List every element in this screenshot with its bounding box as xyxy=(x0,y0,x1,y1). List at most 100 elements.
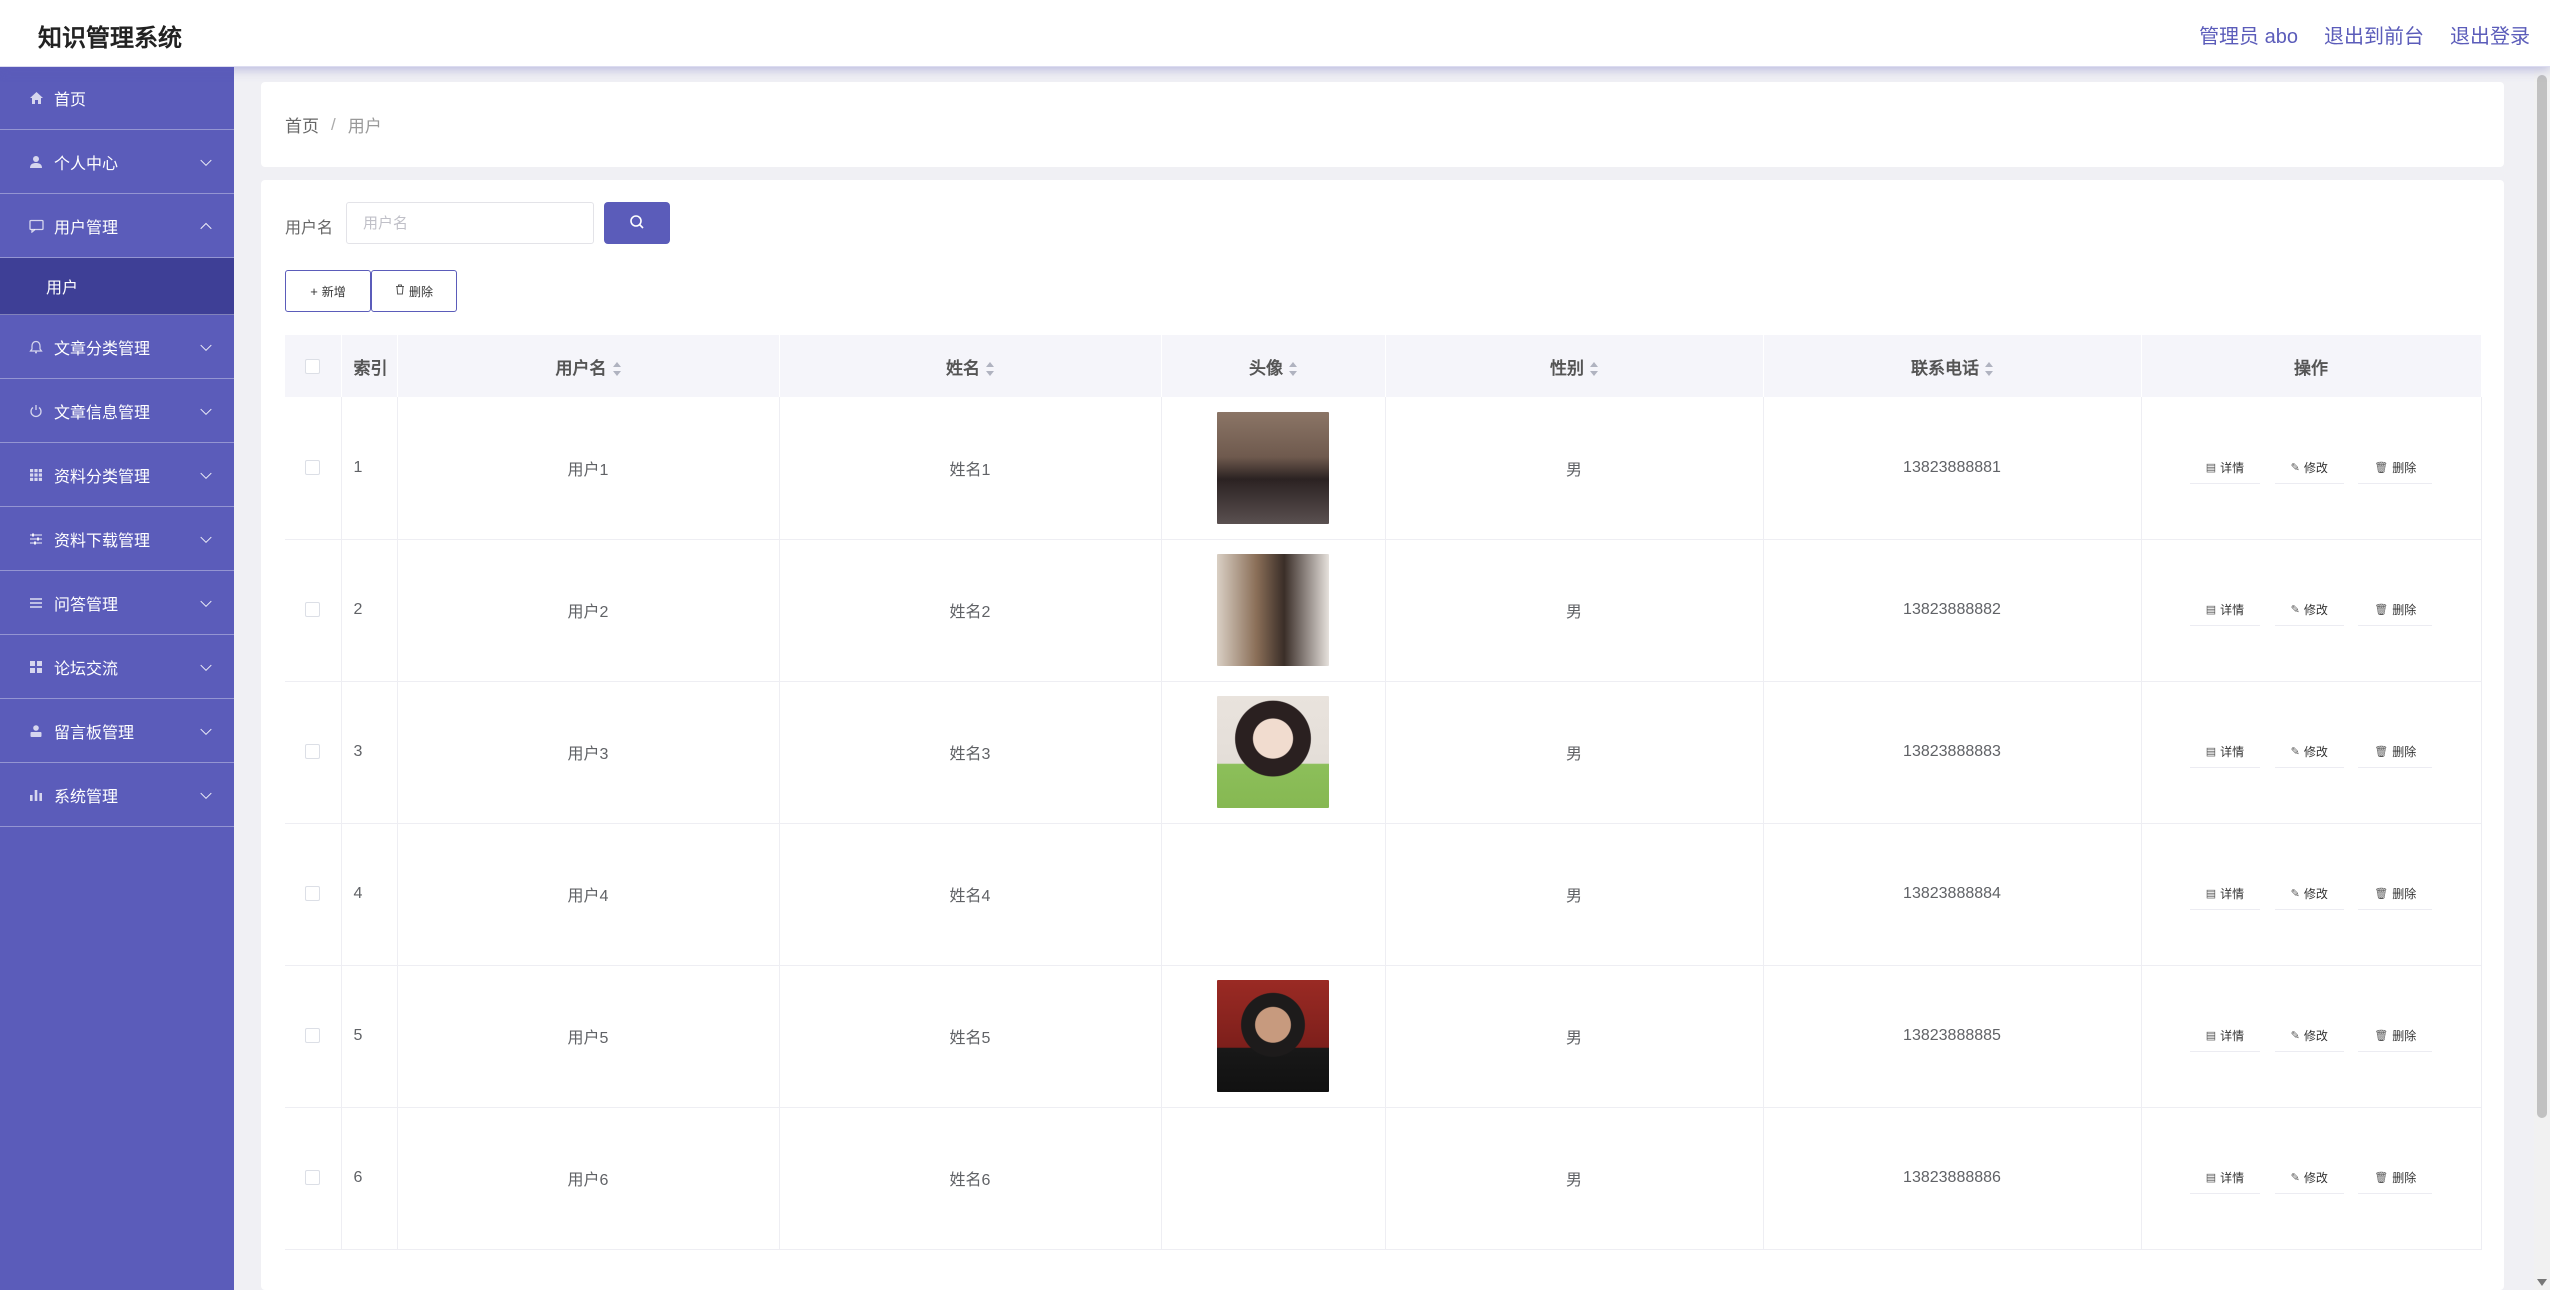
column-header-name[interactable]: 姓名 xyxy=(779,335,1162,397)
cell-gender: 男 xyxy=(1385,681,1764,824)
logout-link[interactable]: 退出登录 xyxy=(2450,20,2530,49)
power-icon xyxy=(28,403,44,419)
edit-icon: ✎ xyxy=(2290,461,2300,474)
sort-icon[interactable] xyxy=(612,362,621,377)
detail-label: 详情 xyxy=(2220,603,2245,617)
sidebar-item-material-category[interactable]: 资料分类管理 xyxy=(0,443,234,507)
delete-button[interactable]: 🗑 删除 xyxy=(2358,878,2433,910)
table-header-row: 索引 用户名 姓名 头像 性别 联系电话 操作 xyxy=(285,335,2482,397)
row-checkbox[interactable] xyxy=(305,886,321,902)
row-checkbox[interactable] xyxy=(305,744,321,760)
username-search-input[interactable] xyxy=(346,202,594,244)
cell-name: 姓名5 xyxy=(779,965,1162,1108)
trash-icon: 🗑 xyxy=(2374,1172,2389,1184)
search-icon xyxy=(629,214,645,233)
column-header-username[interactable]: 用户名 xyxy=(397,335,780,397)
sidebar-item-article-info[interactable]: 文章信息管理 xyxy=(0,379,234,443)
row-checkbox[interactable] xyxy=(305,460,321,476)
cell-avatar xyxy=(1161,539,1386,682)
select-all-checkbox[interactable] xyxy=(305,359,321,375)
sidebar-item-system-management[interactable]: 系统管理 xyxy=(0,763,234,827)
column-header-label: 姓名 xyxy=(946,358,980,378)
detail-label: 详情 xyxy=(2220,745,2245,759)
sort-icon[interactable] xyxy=(986,362,994,377)
avatar-image[interactable] xyxy=(1217,980,1329,1092)
avatar-image[interactable] xyxy=(1217,411,1329,524)
detail-button[interactable]: ▤ 详情 xyxy=(2189,1162,2261,1194)
edit-button[interactable]: ✎ 修改 xyxy=(2274,1162,2344,1194)
sidebar-subitem-users[interactable]: 用户 xyxy=(0,258,234,315)
detail-button[interactable]: ▤ 详情 xyxy=(2189,451,2261,484)
row-checkbox[interactable] xyxy=(305,1170,321,1186)
edit-icon: ✎ xyxy=(2290,888,2300,900)
delete-button[interactable]: 🗑 删除 xyxy=(2358,594,2433,626)
add-button[interactable]: + 新增 xyxy=(285,270,371,312)
column-header-phone[interactable]: 联系电话 xyxy=(1763,335,2142,397)
exit-to-front-link[interactable]: 退出到前台 xyxy=(2324,20,2424,49)
edit-label: 修改 xyxy=(2303,887,2328,901)
sort-icon[interactable] xyxy=(1590,362,1598,377)
trash-icon: 🗑 xyxy=(2374,1030,2389,1042)
delete-button[interactable]: 🗑 删除 xyxy=(2358,1162,2433,1194)
edit-icon: ✎ xyxy=(2290,1030,2300,1042)
column-header-gender[interactable]: 性别 xyxy=(1385,335,1764,397)
top-header: 知识管理系统 管理员 abo 退出到前台 退出登录 xyxy=(0,0,2550,67)
edit-icon: ✎ xyxy=(2290,1172,2300,1184)
avatar-image[interactable] xyxy=(1217,554,1329,666)
cell-username: 用户6 xyxy=(397,1107,780,1250)
sidebar-item-label: 用户管理 xyxy=(54,219,119,237)
cell-actions: ▤ 详情 ✎ 修改 🗑 删除 xyxy=(2141,1107,2482,1250)
detail-button[interactable]: ▤ 详情 xyxy=(2189,1020,2261,1052)
edit-button[interactable]: ✎ 修改 xyxy=(2274,1020,2344,1052)
document-icon: ▤ xyxy=(2205,888,2217,900)
chevron-down-icon xyxy=(200,659,212,671)
edit-icon: ✎ xyxy=(2290,746,2300,758)
row-checkbox[interactable] xyxy=(305,602,321,618)
search-button[interactable] xyxy=(604,202,670,244)
trash-icon: 🗑 xyxy=(2374,461,2389,474)
column-header-avatar[interactable]: 头像 xyxy=(1161,335,1386,397)
edit-button[interactable]: ✎ 修改 xyxy=(2274,736,2344,768)
sidebar-item-material-download[interactable]: 资料下载管理 xyxy=(0,507,234,571)
breadcrumb-home-link[interactable]: 首页 xyxy=(285,112,319,137)
cell-username: 用户1 xyxy=(397,397,780,540)
edit-label: 修改 xyxy=(2303,1171,2328,1185)
detail-button[interactable]: ▤ 详情 xyxy=(2189,594,2261,626)
edit-button[interactable]: ✎ 修改 xyxy=(2274,451,2344,484)
delete-button[interactable]: 🗑 删除 xyxy=(2358,1020,2433,1052)
chart-icon xyxy=(28,787,44,803)
column-header-label: 头像 xyxy=(1249,358,1283,378)
sidebar-item-qa-management[interactable]: 问答管理 xyxy=(0,571,234,635)
cell-gender: 男 xyxy=(1385,539,1764,682)
bulk-delete-button[interactable]: 删除 xyxy=(371,270,457,312)
detail-button[interactable]: ▤ 详情 xyxy=(2189,736,2261,768)
delete-button[interactable]: 🗑 删除 xyxy=(2358,736,2433,768)
sidebar-item-home[interactable]: 首页 xyxy=(0,67,234,130)
edit-label: 修改 xyxy=(2303,603,2328,617)
edit-button[interactable]: ✎ 修改 xyxy=(2274,594,2344,626)
row-checkbox[interactable] xyxy=(305,1028,321,1044)
sidebar-item-forum[interactable]: 论坛交流 xyxy=(0,635,234,699)
sidebar-item-label: 文章信息管理 xyxy=(54,404,151,422)
column-header-actions: 操作 xyxy=(2141,335,2482,397)
sidebar-item-article-category[interactable]: 文章分类管理 xyxy=(0,315,234,379)
edit-label: 修改 xyxy=(2303,1029,2328,1043)
column-header-label: 联系电话 xyxy=(1911,358,1979,378)
edit-button[interactable]: ✎ 修改 xyxy=(2274,878,2344,910)
delete-button[interactable]: 🗑 删除 xyxy=(2358,451,2433,484)
sort-icon[interactable] xyxy=(1289,362,1297,377)
sidebar-item-personal-center[interactable]: 个人中心 xyxy=(0,130,234,194)
scroll-down-arrow-icon[interactable] xyxy=(2537,1279,2547,1286)
admin-user-label[interactable]: 管理员 abo xyxy=(2199,20,2298,49)
sidebar-item-message-board[interactable]: 留言板管理 xyxy=(0,699,234,763)
sidebar-item-user-management[interactable]: 用户管理 xyxy=(0,194,234,258)
list-icon xyxy=(28,595,44,611)
detail-button[interactable]: ▤ 详情 xyxy=(2189,878,2261,910)
home-icon xyxy=(28,90,44,106)
scrollbar-thumb[interactable] xyxy=(2537,75,2547,1118)
detail-label: 详情 xyxy=(2220,887,2245,901)
add-button-label: 新增 xyxy=(321,284,346,299)
avatar-image[interactable] xyxy=(1217,696,1329,808)
page-scrollbar[interactable] xyxy=(2534,67,2550,1290)
sort-icon[interactable] xyxy=(1985,362,1993,377)
